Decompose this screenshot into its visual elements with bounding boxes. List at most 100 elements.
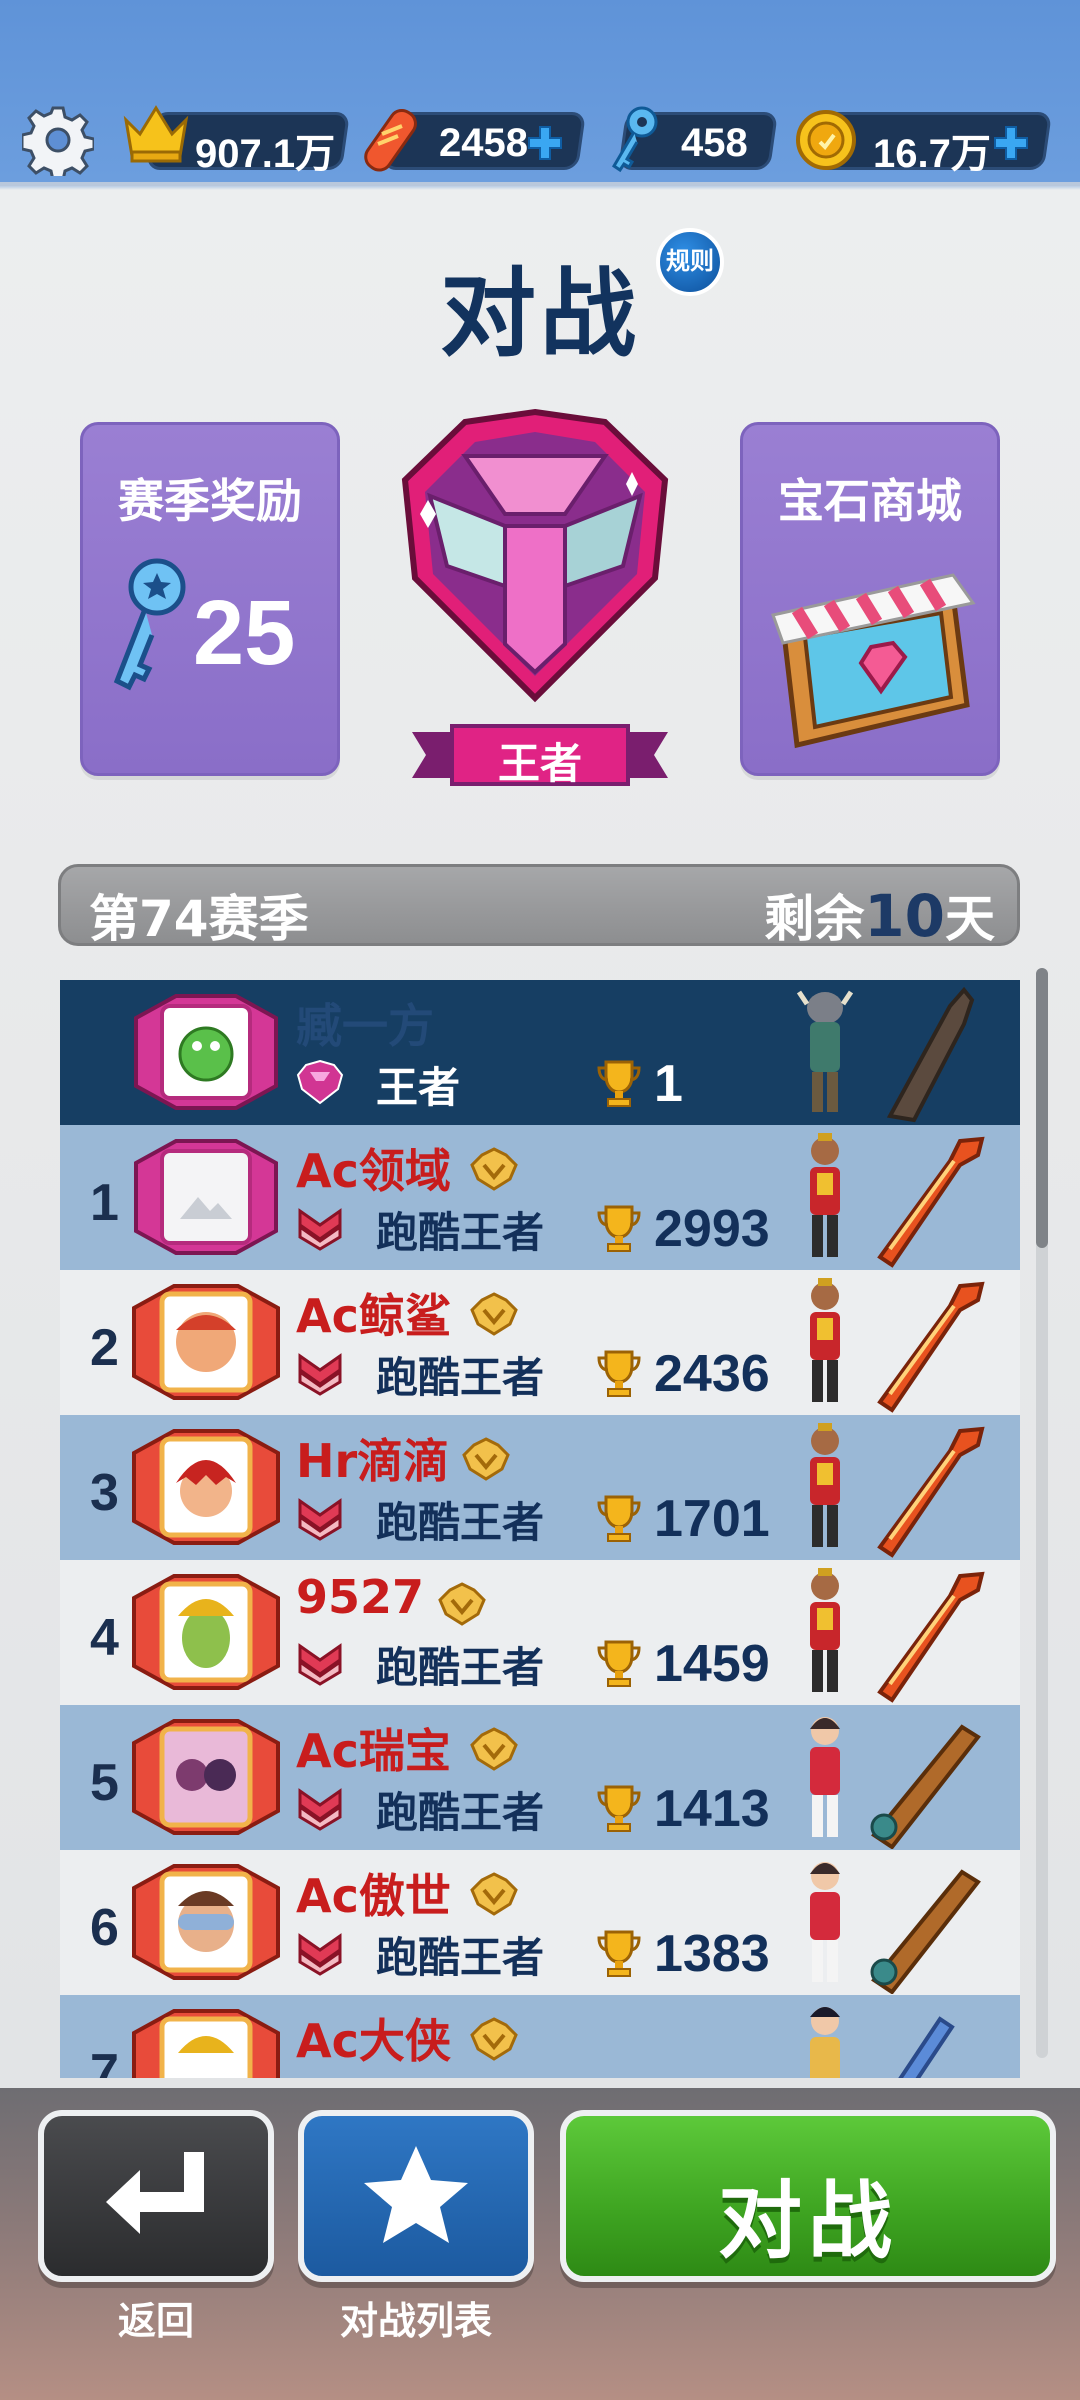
rank-number: 5 xyxy=(90,1754,119,1812)
rank-number: 3 xyxy=(90,1464,119,1522)
player-name: Ac大侠 xyxy=(296,2014,451,2068)
remaining-days: 10 xyxy=(864,882,945,950)
leaderboard-scrollbar-thumb[interactable] xyxy=(1036,968,1048,1248)
leaderboard-row[interactable]: 6 Ac傲世 跑酷王者 1383 xyxy=(60,1850,1020,1995)
battle-list-caption: 对战列表 xyxy=(339,2299,492,2343)
current-rank-label: 王者 xyxy=(497,739,582,788)
keys-value: 458 xyxy=(681,121,748,165)
player-score: 1459 xyxy=(654,1635,770,1693)
viking-runner-icon xyxy=(796,990,854,1112)
avatar-frame-king xyxy=(134,1139,278,1255)
dragon-hoverboard-icon xyxy=(877,1281,985,1413)
player-score: 1383 xyxy=(654,1925,770,1983)
season-reward-title: 赛季奖励 xyxy=(118,474,302,528)
tier-label: 跑酷王者 xyxy=(376,1788,545,1837)
vip-badge-icon xyxy=(470,1147,518,1191)
leaderboard-row[interactable]: 1 Ac领域 跑酷王者 2993 xyxy=(60,1125,1020,1270)
vip-badge-icon xyxy=(470,2017,518,2061)
gem-shop-title: 宝石商城 xyxy=(778,474,962,528)
gem-shop-card[interactable]: 宝石商城 xyxy=(740,422,1000,776)
leaderboard-row[interactable]: 4 9527 跑酷王者 1459 xyxy=(60,1560,1020,1705)
avatar-frame-red xyxy=(132,1719,280,1835)
avatar-frame-red xyxy=(132,1284,280,1400)
leaderboard-row[interactable]: 5 Ac瑞宝 跑酷王者 1413 xyxy=(60,1705,1020,1850)
avatar-frame-red xyxy=(132,1429,280,1545)
hoverboard-icon xyxy=(364,108,417,172)
leaderboard-row[interactable]: 3 Hr滴滴 跑酷王者 1701 xyxy=(60,1415,1020,1560)
tier-label: 跑酷王者 xyxy=(376,1208,545,1257)
add-coins-plus-icon[interactable] xyxy=(991,123,1031,163)
player-name: Ac傲世 xyxy=(296,1869,451,1923)
trophy-icon xyxy=(597,1495,641,1542)
rank-number: 2 xyxy=(90,1319,119,1377)
golden-staff-board-icon xyxy=(870,1869,981,1994)
battle-button[interactable]: 对战 xyxy=(560,2110,1056,2282)
runner-character-icon xyxy=(810,1862,840,1982)
golden-staff-board-icon xyxy=(870,1724,981,1849)
runner-character-icon xyxy=(810,1133,840,1257)
rules-button[interactable]: 规则 xyxy=(656,228,724,296)
rank-number: 4 xyxy=(90,1609,119,1667)
season-reward-card[interactable]: 赛季奖励 25 xyxy=(80,422,340,776)
player-score: 2993 xyxy=(654,1200,770,1258)
avatar-frame-red xyxy=(132,2009,280,2078)
dragon-hoverboard-icon xyxy=(877,1426,985,1558)
season-remaining: 剩余10天 xyxy=(764,879,995,951)
avatar-frame-red xyxy=(132,1574,280,1690)
season-name: 第74赛季 xyxy=(89,890,309,948)
runner-character-icon xyxy=(810,2007,840,2078)
self-tier: 王者 xyxy=(376,1063,461,1112)
runner-king-tier-icon xyxy=(298,1643,342,1686)
trophy-icon xyxy=(597,1640,641,1687)
coin-icon xyxy=(796,110,856,170)
runner-king-tier-icon xyxy=(298,1933,342,1976)
runner-king-tier-icon xyxy=(298,1788,342,1831)
blue-board-icon xyxy=(898,2016,955,2078)
leaderboard-row[interactable]: 7 Ac大侠 xyxy=(60,1995,1020,2078)
trophy-icon xyxy=(597,1060,641,1107)
rank-number: 7 xyxy=(90,2044,119,2078)
crown-icon xyxy=(123,105,189,163)
runner-king-tier-icon xyxy=(298,1208,342,1251)
player-name: Ac瑞宝 xyxy=(296,1724,451,1778)
dragon-avatar xyxy=(178,1026,234,1082)
tier-label: 跑酷王者 xyxy=(376,1933,545,1982)
runner-character-icon xyxy=(810,1717,840,1837)
star-icon xyxy=(364,2146,468,2243)
player-score: 1701 xyxy=(654,1490,770,1548)
remaining-prefix: 剩余 xyxy=(764,890,865,948)
leaderboard[interactable]: 臧一方 王者 1 1 Ac领域 跑酷王者 2993 2 Ac鲸鲨 跑酷王者 24… xyxy=(60,980,1020,2078)
avatar-frame-king xyxy=(134,994,278,1110)
crowns-value: 907.1万 xyxy=(195,132,336,176)
trophy-icon xyxy=(597,1350,641,1397)
player-score: 2436 xyxy=(654,1345,770,1403)
runner-king-tier-icon xyxy=(298,1353,342,1396)
battle-list-button[interactable] xyxy=(298,2110,534,2282)
add-boards-plus-icon[interactable] xyxy=(525,123,565,163)
gem-shop-stall-icon xyxy=(771,573,976,749)
tier-label: 跑酷王者 xyxy=(376,1643,545,1692)
self-row[interactable]: 臧一方 王者 1 xyxy=(60,980,1020,1125)
back-button[interactable] xyxy=(38,2110,274,2282)
runner-character-icon xyxy=(810,1423,840,1547)
player-name: Hr滴滴 xyxy=(296,1434,450,1488)
season-reward-value: 25 xyxy=(193,582,296,684)
vip-badge-icon xyxy=(462,1437,510,1481)
coins-value: 16.7万 xyxy=(873,132,991,176)
dragon-hoverboard-icon xyxy=(877,1136,985,1268)
vip-badge-icon xyxy=(438,1582,486,1626)
battle-button-label: 对战 xyxy=(717,2172,898,2270)
settings-gear-icon[interactable] xyxy=(22,104,94,176)
vip-badge-icon xyxy=(470,1292,518,1336)
reward-key-icon xyxy=(113,558,186,691)
runner-character-icon xyxy=(810,1278,840,1402)
player-score: 1413 xyxy=(654,1780,770,1838)
trophy-icon xyxy=(597,1785,641,1832)
key-icon xyxy=(611,106,658,173)
tier-label: 跑酷王者 xyxy=(376,1498,545,1547)
dragon-hoverboard-icon xyxy=(877,1571,985,1703)
player-name: Ac领域 xyxy=(296,1144,451,1198)
trophy-icon xyxy=(597,1205,641,1252)
leaderboard-row[interactable]: 2 Ac鲸鲨 跑酷王者 2436 xyxy=(60,1270,1020,1415)
vip-badge-icon xyxy=(470,1727,518,1771)
